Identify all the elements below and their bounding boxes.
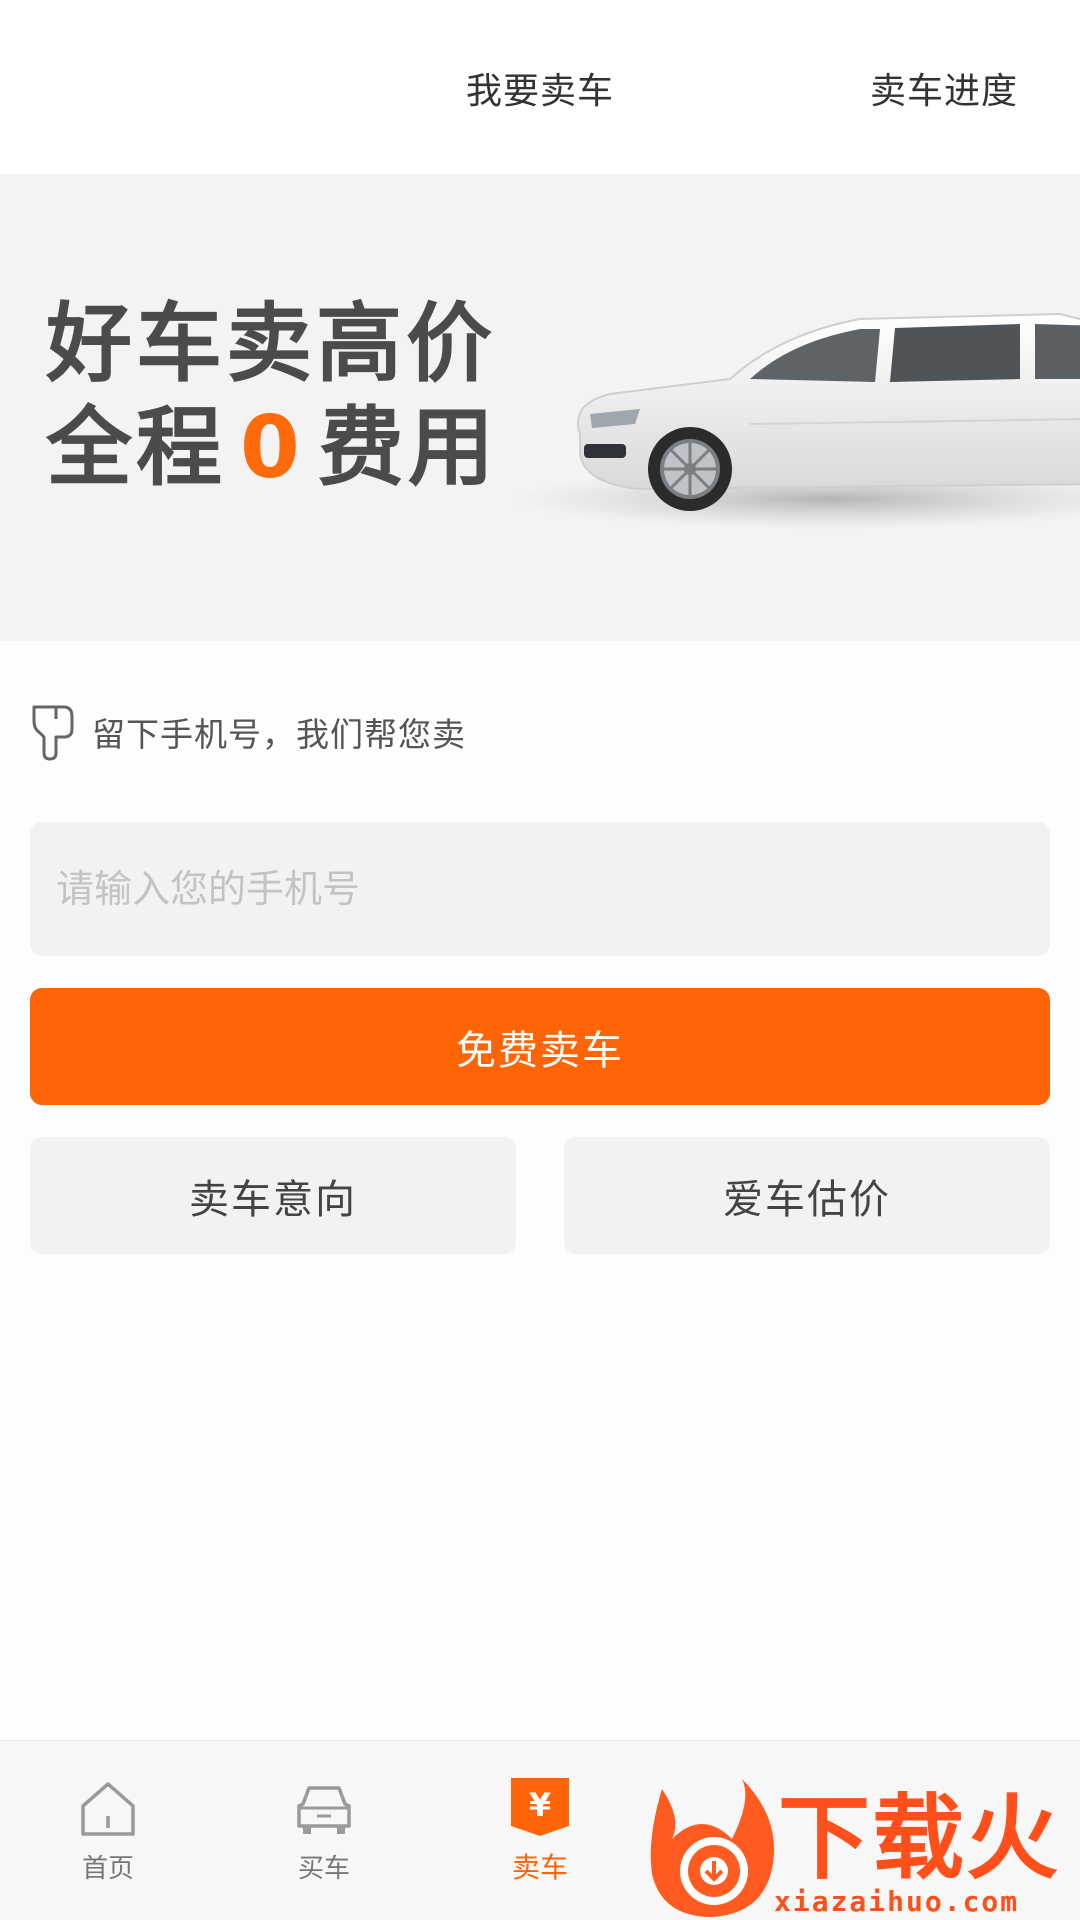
watermark-url: xiazaihuo.com — [774, 1885, 1020, 1918]
home-icon — [81, 1781, 135, 1836]
car-icon — [297, 1785, 351, 1834]
car-estimate-button[interactable]: 爱车估价 — [564, 1137, 1050, 1254]
phone-hint-row: 留下手机号，我们帮您卖 — [30, 702, 466, 762]
slogan-suffix: 费用 — [317, 398, 498, 498]
car-illustration — [510, 312, 1080, 529]
phone-hint-text: 留下手机号，我们帮您卖 — [92, 715, 466, 754]
hand-pointer-icon — [32, 705, 74, 761]
top-nav-bar: 我要卖车 卖车进度 — [0, 0, 1080, 174]
svg-text:¥: ¥ — [529, 1786, 551, 1824]
slogan-line-1: 好车卖高价 — [46, 294, 496, 394]
yuan-tag-icon: ¥ — [511, 1778, 569, 1836]
tab-buy-car-label: 买车 — [297, 1853, 350, 1884]
slogan-prefix: 全程 — [46, 398, 226, 498]
tab-sell-car-label: 卖车 — [511, 1851, 568, 1884]
tab-buy-car[interactable]: 买车 — [216, 1741, 432, 1920]
tab-home-label: 首页 — [81, 1853, 134, 1884]
sell-progress-link[interactable]: 卖车进度 — [870, 62, 1018, 114]
free-sell-car-button[interactable]: 免费卖车 — [30, 988, 1050, 1105]
flame-logo-icon — [650, 1779, 774, 1917]
site-watermark: 下载火 xiazaihuo.com — [636, 1775, 1080, 1920]
banner-slogan: 好车卖高价 全程 0 费用 — [46, 292, 498, 500]
promo-banner: 好车卖高价 全程 0 费用 — [0, 174, 1080, 641]
tab-sell-car[interactable]: ¥ 卖车 — [432, 1741, 648, 1920]
slogan-zero-highlight: 0 — [240, 398, 304, 498]
slogan-line-2: 全程 0 费用 — [46, 396, 498, 500]
watermark-brand: 下载火 — [778, 1785, 1061, 1892]
tab-home[interactable]: 首页 — [0, 1741, 216, 1920]
phone-number-input[interactable] — [30, 822, 1050, 956]
sell-intent-button[interactable]: 卖车意向 — [30, 1137, 516, 1254]
